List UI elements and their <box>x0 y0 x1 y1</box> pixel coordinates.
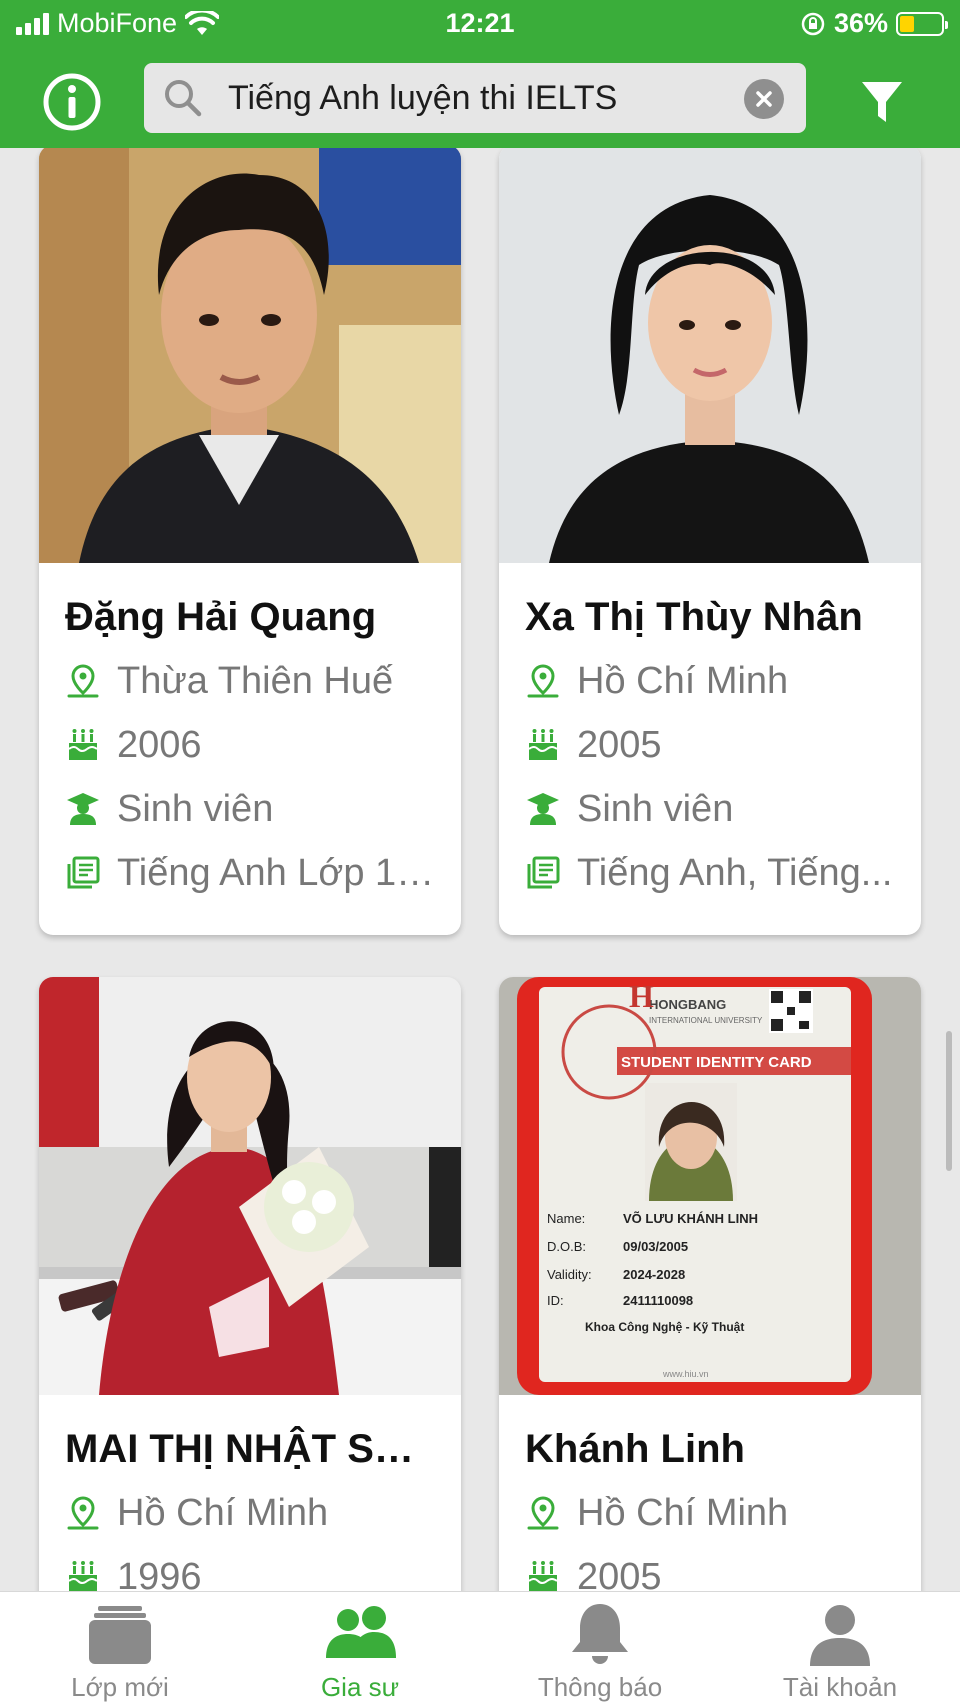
id-name-value: VÕ LƯU KHÁNH LINH <box>623 1211 758 1226</box>
cake-icon <box>68 729 98 760</box>
tutor-occupation: Sinh viên <box>65 777 435 841</box>
cake-icon <box>528 1561 558 1591</box>
location-pin-icon <box>67 664 99 698</box>
id-faculty: Khoa Công Nghệ - Kỹ Thuật <box>585 1320 744 1334</box>
book-list-icon <box>67 856 100 889</box>
tutor-location: Hồ Chí Minh <box>65 1481 435 1545</box>
id-school-sub: INTERNATIONAL UNIVERSITY <box>649 1016 763 1025</box>
tutor-card[interactable]: MAI THỊ NHẬT SA... Hồ Chí Minh 1996 <box>39 977 461 1591</box>
nav-label: Tài khoản <box>782 1672 898 1702</box>
tutor-photo <box>39 148 461 563</box>
filter-icon[interactable] <box>858 78 906 126</box>
svg-text:H: H <box>629 978 654 1014</box>
classes-icon <box>89 1606 151 1664</box>
graduate-icon <box>527 793 559 825</box>
tutor-name: Xa Thị Thùy Nhân <box>525 595 863 639</box>
tutors-icon <box>326 1606 396 1658</box>
tutor-photo <box>499 148 921 563</box>
tutor-occupation: Sinh viên <box>525 777 895 841</box>
cake-icon <box>68 1561 98 1591</box>
search-icon <box>165 80 202 117</box>
tutor-card[interactable]: Đặng Hải Quang Thừa Thiên Huế 2006 Sinh … <box>39 148 461 935</box>
id-validity-label: Validity: <box>547 1267 592 1282</box>
status-bar: MobiFone 12:21 36% <box>0 0 960 50</box>
tutor-info: Khánh Linh Hồ Chí Minh 2005 <box>499 1395 921 1591</box>
rotation-lock-icon <box>801 12 825 35</box>
tutor-birth-year: 1996 <box>65 1545 435 1591</box>
nav-label: Lớp mới <box>71 1672 169 1702</box>
tutor-subjects: Tiếng Anh, Tiếng... <box>525 841 895 905</box>
battery-icon <box>896 11 948 36</box>
tutor-birth-year: 2006 <box>65 713 435 777</box>
book-list-icon <box>527 856 560 889</box>
id-school: HONGBANG <box>649 997 726 1012</box>
tutor-name: MAI THỊ NHẬT SA... <box>65 1427 435 1471</box>
nav-tab-notifications[interactable]: Thông báo <box>480 1592 720 1707</box>
id-card-title: STUDENT IDENTITY CARD <box>621 1054 812 1071</box>
scroll-indicator[interactable] <box>946 1031 952 1171</box>
nav-tab-new-classes[interactable]: Lớp mới <box>0 1592 240 1707</box>
status-right: 36% <box>800 8 948 39</box>
tutor-photo: HONGBANG INTERNATIONAL UNIVERSITY STUDEN… <box>499 977 921 1395</box>
bell-icon <box>572 1604 628 1664</box>
tutor-name: Đặng Hải Quang <box>65 595 377 639</box>
id-website: www.hiu.vn <box>662 1369 709 1379</box>
location-pin-icon <box>527 1496 559 1530</box>
id-number-value: 2411110098 <box>623 1293 693 1308</box>
clear-search-button[interactable] <box>744 79 784 119</box>
location-pin-icon <box>67 1496 99 1530</box>
info-icon[interactable] <box>42 72 102 132</box>
nav-tab-tutors[interactable]: Gia sư <box>240 1592 480 1707</box>
location-pin-icon <box>527 664 559 698</box>
tutor-info: MAI THỊ NHẬT SA... Hồ Chí Minh 1996 <box>39 1395 461 1591</box>
tutor-photo <box>39 977 461 1395</box>
search-input[interactable] <box>228 63 708 133</box>
id-validity-value: 2024-2028 <box>623 1267 685 1282</box>
id-number-label: ID: <box>547 1293 564 1308</box>
nav-label: Thông báo <box>537 1672 663 1702</box>
top-bar: MobiFone 12:21 36% <box>0 0 960 148</box>
tutor-birth-year: 2005 <box>525 713 895 777</box>
nav-label: Gia sư <box>320 1672 400 1702</box>
id-dob-label: D.O.B: <box>547 1239 586 1254</box>
tutor-grid: Đặng Hải Quang Thừa Thiên Huế 2006 Sinh … <box>0 148 960 1591</box>
tutor-birth-year: 2005 <box>525 1545 895 1591</box>
tutor-location: Hồ Chí Minh <box>525 1481 895 1545</box>
bottom-nav: Lớp mới Gia sư Thông báo Tài khoản <box>0 1591 960 1707</box>
account-icon <box>810 1605 870 1666</box>
close-icon <box>756 91 772 107</box>
id-dob-value: 09/03/2005 <box>623 1239 688 1254</box>
tutor-info: Xa Thị Thùy Nhân Hồ Chí Minh 2005 Sinh v… <box>499 563 921 905</box>
cake-icon <box>528 729 558 760</box>
tutor-card[interactable]: HONGBANG INTERNATIONAL UNIVERSITY STUDEN… <box>499 977 921 1591</box>
tutor-card[interactable]: Xa Thị Thùy Nhân Hồ Chí Minh 2005 Sinh v… <box>499 148 921 935</box>
id-name-label: Name: <box>547 1211 585 1226</box>
app-screen: MobiFone 12:21 36% Tiếng Anh luyện thi I… <box>0 0 960 1707</box>
graduate-icon <box>67 793 99 825</box>
tutor-subjects: Tiếng Anh Lớp 1,... <box>65 841 435 905</box>
tutor-location: Thừa Thiên Huế <box>65 649 435 713</box>
battery-level <box>900 15 914 32</box>
tutor-info: Đặng Hải Quang Thừa Thiên Huế 2006 Sinh … <box>39 563 461 905</box>
nav-tab-account[interactable]: Tài khoản <box>720 1592 960 1707</box>
tutor-name: Khánh Linh <box>525 1427 745 1471</box>
battery-percent: 36% <box>833 8 888 38</box>
tutor-location: Hồ Chí Minh <box>525 649 895 713</box>
search-bar <box>144 63 806 133</box>
